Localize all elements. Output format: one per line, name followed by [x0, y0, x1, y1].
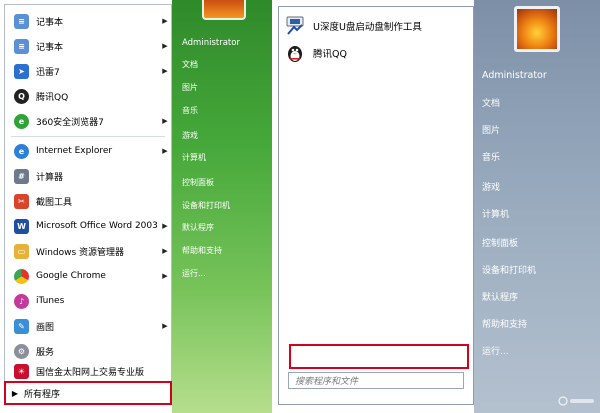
link-help-support[interactable]: 帮助和支持 [482, 317, 527, 330]
user-name-link[interactable]: Administrator [182, 38, 240, 48]
program-item-services[interactable]: ⚙ 服务 [5, 340, 171, 362]
link-devices-printers[interactable]: 设备和打印机 [482, 263, 536, 276]
program-item-snipping-tool[interactable]: ✂ 截图工具 [5, 190, 171, 212]
link-computer[interactable]: 计算机 [482, 207, 509, 220]
program-item-qq[interactable]: Q 腾讯QQ [5, 85, 171, 107]
program-item-notepad-2[interactable]: ≡ 记事本 ▶ [5, 35, 171, 57]
program-item-thunder[interactable]: ➤ 迅雷7 ▶ [5, 60, 171, 82]
submenu-arrow-icon: ▶ [162, 42, 168, 50]
paint-icon: ✎ [14, 318, 29, 334]
usb-tool-icon [285, 16, 305, 36]
user-avatar[interactable] [202, 0, 246, 20]
services-gear-icon: ⚙ [14, 343, 29, 359]
program-item-notepad-1[interactable]: ≡ 记事本 ▶ [5, 10, 171, 32]
submenu-arrow-icon: ▶ [162, 272, 168, 280]
qq-penguin-icon [285, 43, 305, 63]
program-item-windows-explorer[interactable]: ▭ Windows 资源管理器 ▶ [5, 240, 171, 262]
program-item-paint[interactable]: ✎ 画图 ▶ [5, 315, 171, 337]
link-pictures[interactable]: 图片 [482, 123, 500, 136]
link-run[interactable]: 运行... [182, 268, 206, 279]
notepad-icon: ≡ [14, 13, 29, 29]
link-pictures[interactable]: 图片 [182, 82, 198, 93]
start-menu-steel: U深度U盘启动盘制作工具 腾讯QQ 搜索程序和文件 Administrator … [278, 0, 600, 413]
pinned-item-usb-tool[interactable]: U深度U盘启动盘制作工具 [285, 13, 469, 39]
sun-trading-icon: ☀ [14, 363, 29, 379]
program-item-internet-explorer[interactable]: e Internet Explorer ▶ [5, 140, 171, 162]
search-placeholder: 搜索程序和文件 [295, 377, 359, 387]
program-item-word-2003[interactable]: W Microsoft Office Word 2003 ▶ [5, 215, 171, 237]
program-item-itunes[interactable]: ♪ iTunes [5, 290, 171, 312]
start-menu-green: ≡ 记事本 ▶ ≡ 记事本 ▶ ➤ 迅雷7 ▶ Q 腾讯QQ e 360安全浏览… [0, 0, 272, 413]
qq-penguin-icon: Q [14, 88, 29, 104]
submenu-arrow-icon: ▶ [162, 322, 168, 330]
program-item-calculator[interactable]: # 计算器 [5, 165, 171, 187]
watermark-logo-icon [558, 396, 594, 406]
360-browser-icon: e [14, 113, 29, 129]
pinned-item-qq[interactable]: 腾讯QQ [285, 40, 469, 66]
submenu-arrow-icon: ▶ [162, 117, 168, 125]
program-item-sun-trading[interactable]: ☀ 国信金太阳网上交易专业版 [5, 360, 171, 382]
explorer-folder-icon: ▭ [14, 243, 29, 259]
all-programs-button[interactable]: ▶ 所有程序 [4, 381, 172, 405]
link-music[interactable]: 音乐 [482, 150, 500, 163]
link-music[interactable]: 音乐 [182, 105, 198, 116]
link-default-programs[interactable]: 默认程序 [182, 222, 214, 233]
link-control-panel[interactable]: 控制面板 [482, 236, 518, 249]
chrome-icon [14, 268, 29, 284]
pinned-program-list: U深度U盘启动盘制作工具 腾讯QQ [278, 6, 474, 405]
link-run[interactable]: 运行... [482, 344, 509, 357]
user-avatar[interactable] [514, 6, 560, 52]
submenu-arrow-icon: ▶ [162, 67, 168, 75]
calculator-icon: # [14, 168, 29, 184]
right-links-pane: Administrator 文档 图片 音乐 游戏 计算机 控制面板 设备和打印… [474, 0, 600, 413]
search-input[interactable]: 搜索程序和文件 [288, 372, 464, 389]
link-documents[interactable]: 文档 [182, 59, 198, 70]
link-documents[interactable]: 文档 [482, 96, 500, 109]
pinned-item-label: 腾讯QQ [313, 49, 347, 60]
separator [11, 136, 165, 137]
program-list: ≡ 记事本 ▶ ≡ 记事本 ▶ ➤ 迅雷7 ▶ Q 腾讯QQ e 360安全浏览… [4, 4, 172, 402]
pinned-item-label: U深度U盘启动盘制作工具 [313, 22, 422, 33]
link-games[interactable]: 游戏 [482, 180, 500, 193]
link-control-panel[interactable]: 控制面板 [182, 177, 214, 188]
link-devices-printers[interactable]: 设备和打印机 [182, 200, 230, 211]
submenu-arrow-icon: ▶ [162, 17, 168, 25]
word-icon: W [14, 218, 29, 234]
link-default-programs[interactable]: 默认程序 [482, 290, 518, 303]
program-item-360-browser[interactable]: e 360安全浏览器7 ▶ [5, 110, 171, 132]
highlight-box [289, 344, 469, 369]
user-name-link[interactable]: Administrator [482, 70, 547, 81]
submenu-arrow-icon: ▶ [162, 247, 168, 255]
thunder-icon: ➤ [14, 63, 29, 79]
link-games[interactable]: 游戏 [182, 130, 198, 141]
submenu-arrow-icon: ▶ [162, 222, 168, 230]
all-programs-label: 所有程序 [24, 389, 61, 400]
link-computer[interactable]: 计算机 [182, 152, 206, 163]
program-item-chrome[interactable]: Google Chrome ▶ [5, 265, 171, 287]
ie-icon: e [14, 143, 29, 159]
notepad-icon: ≡ [14, 38, 29, 54]
snipping-tool-icon: ✂ [14, 193, 29, 209]
triangle-right-icon: ▶ [11, 388, 19, 398]
itunes-icon: ♪ [14, 293, 29, 309]
link-help-support[interactable]: 帮助和支持 [182, 245, 222, 256]
submenu-arrow-icon: ▶ [162, 147, 168, 155]
right-links-pane: Administrator 文档 图片 音乐 游戏 计算机 控制面板 设备和打印… [172, 0, 272, 413]
